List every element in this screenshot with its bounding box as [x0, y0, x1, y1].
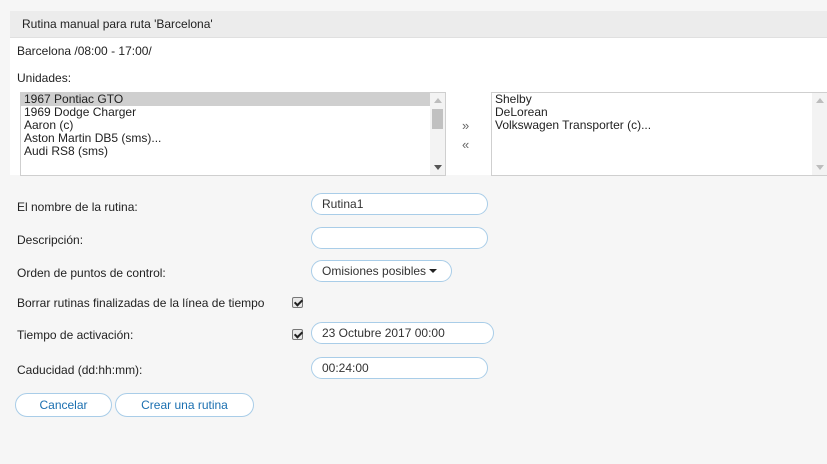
activation-time-checkbox[interactable] [292, 329, 303, 340]
dialog-title: Rutina manual para ruta 'Barcelona' [22, 17, 213, 31]
cancel-button[interactable]: Cancelar [15, 393, 112, 417]
routine-name-input[interactable]: Rutina1 [311, 193, 488, 215]
list-item[interactable]: 1969 Dodge Charger [21, 106, 445, 119]
delete-finished-label: Borrar rutinas finalizadas de la línea d… [17, 296, 265, 310]
units-label: Unidades: [17, 71, 72, 85]
dialog-header: Rutina manual para ruta 'Barcelona' [10, 11, 827, 38]
selected-units-list[interactable]: Shelby DeLorean Volkswagen Transporter (… [491, 92, 827, 176]
scroll-up-icon[interactable] [434, 98, 442, 103]
expiry-value: 00:24:00 [322, 361, 369, 375]
description-input[interactable] [311, 227, 488, 249]
routine-name-label: El nombre de la rutina: [17, 200, 138, 214]
available-units-scrollbar[interactable] [430, 93, 445, 175]
scroll-thumb[interactable] [432, 109, 443, 129]
create-routine-button[interactable]: Crear una rutina [115, 393, 254, 417]
add-unit-button[interactable]: » [462, 118, 469, 133]
expiry-input[interactable]: 00:24:00 [311, 357, 488, 379]
scroll-up-icon[interactable] [816, 98, 824, 103]
activation-time-value: 23 Octubre 2017 00:00 [322, 326, 445, 340]
delete-finished-checkbox[interactable] [292, 297, 303, 308]
list-item[interactable]: Volkswagen Transporter (c)... [492, 119, 827, 132]
chevron-down-icon [429, 269, 438, 273]
checkpoint-order-label: Orden de puntos de control: [17, 266, 166, 280]
description-label: Descripción: [17, 233, 84, 247]
route-info: Barcelona /08:00 - 17:00/ [17, 44, 152, 58]
checkpoint-order-value: Omisiones posibles [322, 264, 427, 278]
scroll-down-icon[interactable] [434, 165, 442, 170]
checkpoint-order-select[interactable]: Omisiones posibles [311, 260, 452, 282]
remove-unit-button[interactable]: « [462, 137, 469, 152]
selected-units-scrollbar[interactable] [812, 93, 827, 175]
activation-time-label: Tiempo de activación: [17, 328, 134, 342]
list-item[interactable]: Audi RS8 (sms) [21, 145, 445, 158]
routine-name-value: Rutina1 [322, 197, 364, 211]
activation-time-input[interactable]: 23 Octubre 2017 00:00 [311, 322, 494, 344]
available-units-list[interactable]: 1967 Pontiac GTO 1969 Dodge Charger Aaro… [20, 92, 446, 176]
scroll-down-icon[interactable] [816, 165, 824, 170]
expiry-label: Caducidad (dd:hh:mm): [17, 363, 143, 377]
